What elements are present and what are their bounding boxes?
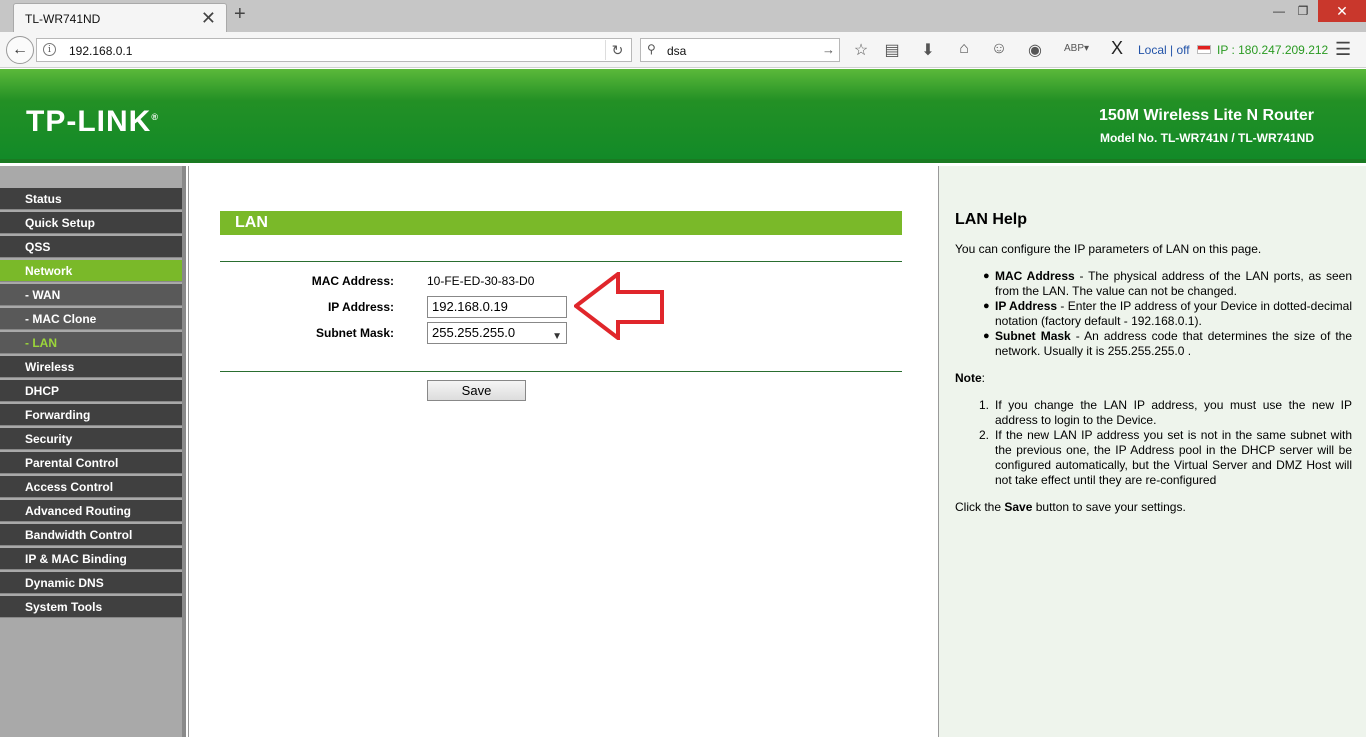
sidebar-item-bandwidth-control[interactable]: Bandwidth Control [0,524,182,546]
new-tab-icon[interactable]: + [234,3,246,26]
sidebar-item-ip-mac-binding[interactable]: IP & MAC Binding [0,548,182,570]
sidebar-item-dynamic-dns[interactable]: Dynamic DNS [0,572,182,594]
tab-title: TL-WR741ND [25,12,101,26]
sidebar-item-mac-clone[interactable]: - MAC Clone [0,308,182,330]
search-icon: ⚲ [647,42,656,56]
main-content: LAN MAC Address: 10-FE-ED-30-83-D0 IP Ad… [188,166,938,737]
save-button[interactable]: Save [427,380,526,401]
note-number: 1. [979,398,990,412]
help-note-heading: Note: [955,371,986,385]
red-arrow-annotation [574,272,664,340]
sidebar-item-network[interactable]: Network [0,260,182,282]
reading-list-icon[interactable]: ▤ [882,40,902,60]
x-extension-icon[interactable]: X [1107,38,1127,59]
sidebar-item-access-control[interactable]: Access Control [0,476,182,498]
url-bar[interactable]: i 192.168.0.1 ↻ [36,38,632,62]
public-ip: IP : 180.247.209.212 [1217,43,1329,57]
mac-address-label: MAC Address: [311,274,394,288]
header-divider [0,159,1366,163]
note-number: 2. [979,428,990,442]
help-item-mac: MAC Address - The physical address of th… [995,269,1353,298]
sidebar-item-parental-control[interactable]: Parental Control [0,452,182,474]
tab-close-icon[interactable]: ✕ [201,8,216,29]
divider-bottom [220,371,902,372]
tp-link-logo: TP-LINK® [26,105,159,138]
pocket-icon[interactable]: ◉ [1025,40,1045,60]
subnet-mask-label: Subnet Mask: [315,326,394,340]
sidebar-item-dhcp[interactable]: DHCP [0,380,182,402]
browser-tab-bar: TL-WR741ND ✕ + — ❐ ✕ [0,0,1366,32]
bullet-icon: ● [983,330,990,342]
bullet-icon: ● [983,300,990,312]
mac-address-value: 10-FE-ED-30-83-D0 [427,274,535,288]
help-title: LAN Help [955,211,1027,228]
sidebar-item-quick-setup[interactable]: Quick Setup [0,212,182,234]
sidebar-item-lan[interactable]: - LAN [0,332,182,354]
search-query[interactable]: dsa [667,44,686,58]
sidebar-item-wan[interactable]: - WAN [0,284,182,306]
subnet-mask-value: 255.255.255.0 [432,325,516,340]
chevron-down-icon: ▼ [552,331,562,342]
model-number: Model No. TL-WR741N / TL-WR741ND [1099,131,1314,145]
flag-icon [1197,45,1211,54]
adblock-icon[interactable]: ABP▾ [1064,43,1089,54]
help-note-1: If you change the LAN IP address, you mu… [995,398,1352,427]
divider-top [220,261,902,262]
info-icon[interactable]: i [43,43,56,56]
search-go-arrow-icon[interactable]: → [822,42,835,57]
router-header: TP-LINK® 150M Wireless Lite N Router Mod… [0,69,1366,160]
bookmark-star-icon[interactable]: ☆ [851,40,871,60]
sidebar-item-status[interactable]: Status [0,188,182,210]
ip-address-input[interactable]: 192.168.0.19 [427,296,567,318]
browser-tab[interactable]: TL-WR741ND ✕ [13,3,227,32]
ip-address-label: IP Address: [327,300,394,314]
page-title: LAN [220,211,902,235]
reload-icon[interactable]: ↻ [605,40,629,60]
local-status[interactable]: Local | off [1138,43,1190,57]
bullet-icon: ● [983,270,990,282]
sidebar-item-system-tools[interactable]: System Tools [0,596,182,618]
restore-icon[interactable]: ❐ [1288,0,1318,22]
sidebar-item-security[interactable]: Security [0,428,182,450]
product-name: 150M Wireless Lite N Router [1098,107,1314,124]
browser-nav-bar: ← i 192.168.0.1 ↻ ⚲ dsa → ☆ ▤ ⬇ ⌂ ☺ ◉ AB… [0,32,1366,68]
url-text[interactable]: 192.168.0.1 [69,44,132,58]
help-item-ip: IP Address - Enter the IP address of you… [995,299,1352,328]
help-item-subnet: Subnet Mask - An address code that deter… [995,329,1353,358]
search-input[interactable]: ⚲ dsa → [640,38,840,62]
smiley-icon[interactable]: ☺ [989,40,1009,58]
sidebar-item-qss[interactable]: QSS [0,236,182,258]
help-footer: Click the Save button to save your setti… [955,500,1186,514]
help-intro: You can configure the IP parameters of L… [955,242,1262,256]
hamburger-menu-icon[interactable]: ☰ [1335,39,1351,60]
help-note-2: If the new LAN IP address you set is not… [995,428,1352,487]
window-close-icon[interactable]: ✕ [1318,0,1366,22]
subnet-mask-select[interactable]: 255.255.255.0 ▼ [427,322,567,344]
back-arrow-icon[interactable]: ← [6,36,34,64]
sidebar-item-advanced-routing[interactable]: Advanced Routing [0,500,182,522]
download-icon[interactable]: ⬇ [918,40,938,60]
sidebar-item-wireless[interactable]: Wireless [0,356,182,378]
sidebar: Status Quick Setup QSS Network - WAN - M… [0,166,186,737]
sidebar-item-forwarding[interactable]: Forwarding [0,404,182,426]
home-icon[interactable]: ⌂ [954,40,974,58]
help-panel: LAN Help You can configure the IP parame… [938,166,1366,737]
